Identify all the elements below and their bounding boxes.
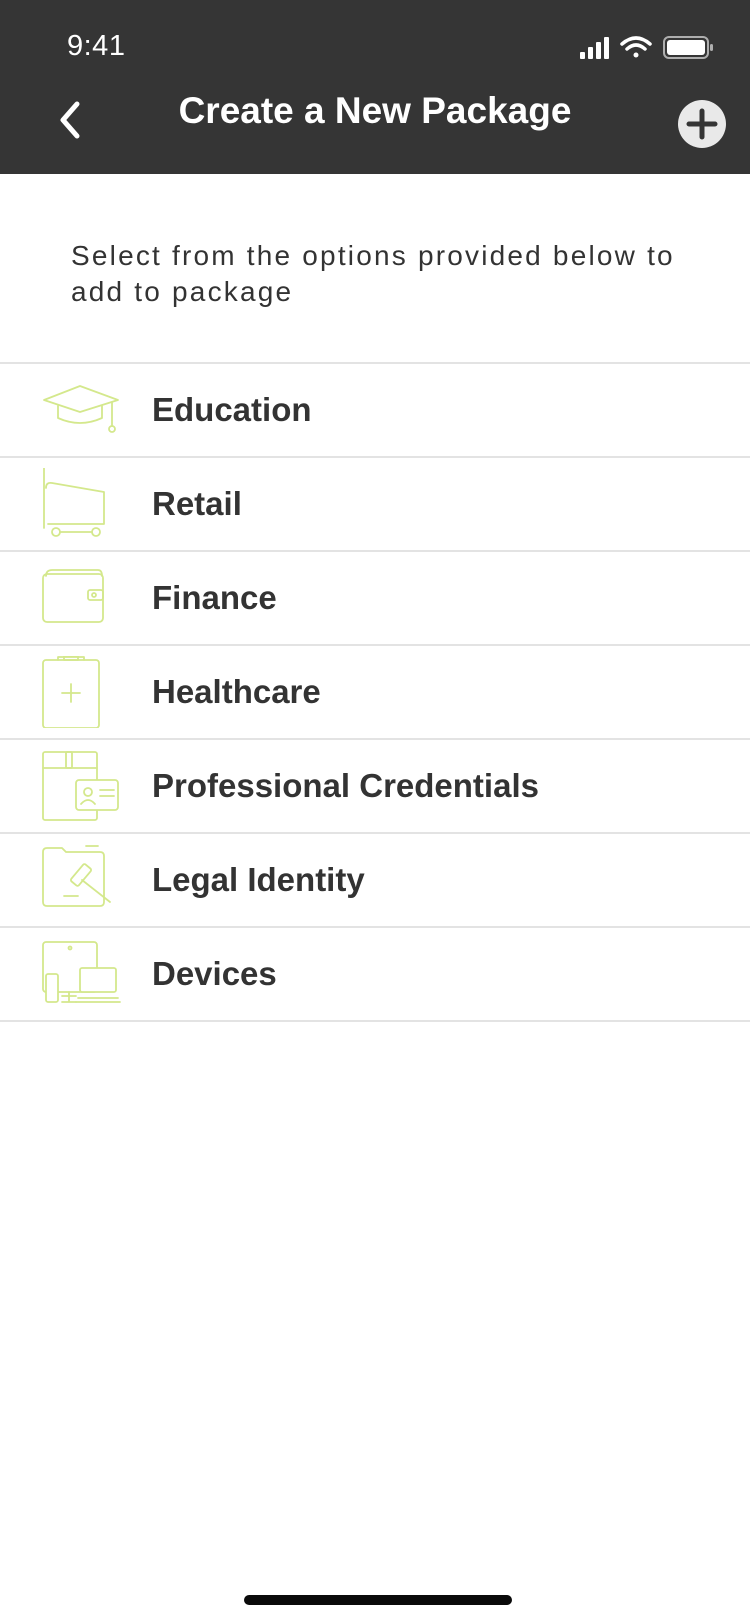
status-time: 9:41: [67, 30, 126, 62]
cellular-signal-icon: [580, 37, 609, 59]
category-label: Retail: [152, 485, 242, 522]
category-education[interactable]: Education: [0, 364, 750, 458]
id-card-folder-icon: [42, 751, 119, 821]
category-label: Finance: [152, 579, 277, 616]
category-label: Legal Identity: [152, 861, 365, 898]
add-button[interactable]: [678, 100, 726, 148]
battery-icon: [663, 36, 713, 59]
category-professional-credentials[interactable]: Professional Credentials: [0, 740, 750, 834]
plus-circle-icon: [686, 108, 718, 140]
medical-clipboard-icon: [42, 656, 100, 728]
category-legal-identity[interactable]: Legal Identity: [0, 834, 750, 928]
category-label: Education: [152, 391, 312, 428]
category-label: Professional Credentials: [152, 767, 539, 804]
category-retail[interactable]: Retail: [0, 458, 750, 552]
instructions-text: Select from the options provided below t…: [71, 240, 675, 307]
category-list: Education Retail Finance Healthcare Prof…: [0, 362, 750, 1022]
status-icons: [580, 36, 713, 59]
graduation-cap-icon: [43, 385, 119, 433]
home-indicator: [244, 1595, 512, 1605]
devices-icon: [42, 941, 121, 1003]
category-label: Devices: [152, 955, 277, 992]
back-button[interactable]: [40, 90, 100, 150]
shopping-cart-icon: [43, 468, 105, 537]
wifi-icon: [620, 36, 652, 58]
gavel-folder-icon: [42, 845, 111, 907]
category-finance[interactable]: Finance: [0, 552, 750, 646]
category-devices[interactable]: Devices: [0, 928, 750, 1022]
category-healthcare[interactable]: Healthcare: [0, 646, 750, 740]
wallet-icon: [42, 569, 104, 623]
category-label: Healthcare: [152, 673, 321, 710]
top-bar: 9:41 Create a New Package: [0, 0, 750, 174]
chevron-left-icon: [60, 101, 80, 139]
page-title: Create a New Package: [178, 90, 572, 131]
